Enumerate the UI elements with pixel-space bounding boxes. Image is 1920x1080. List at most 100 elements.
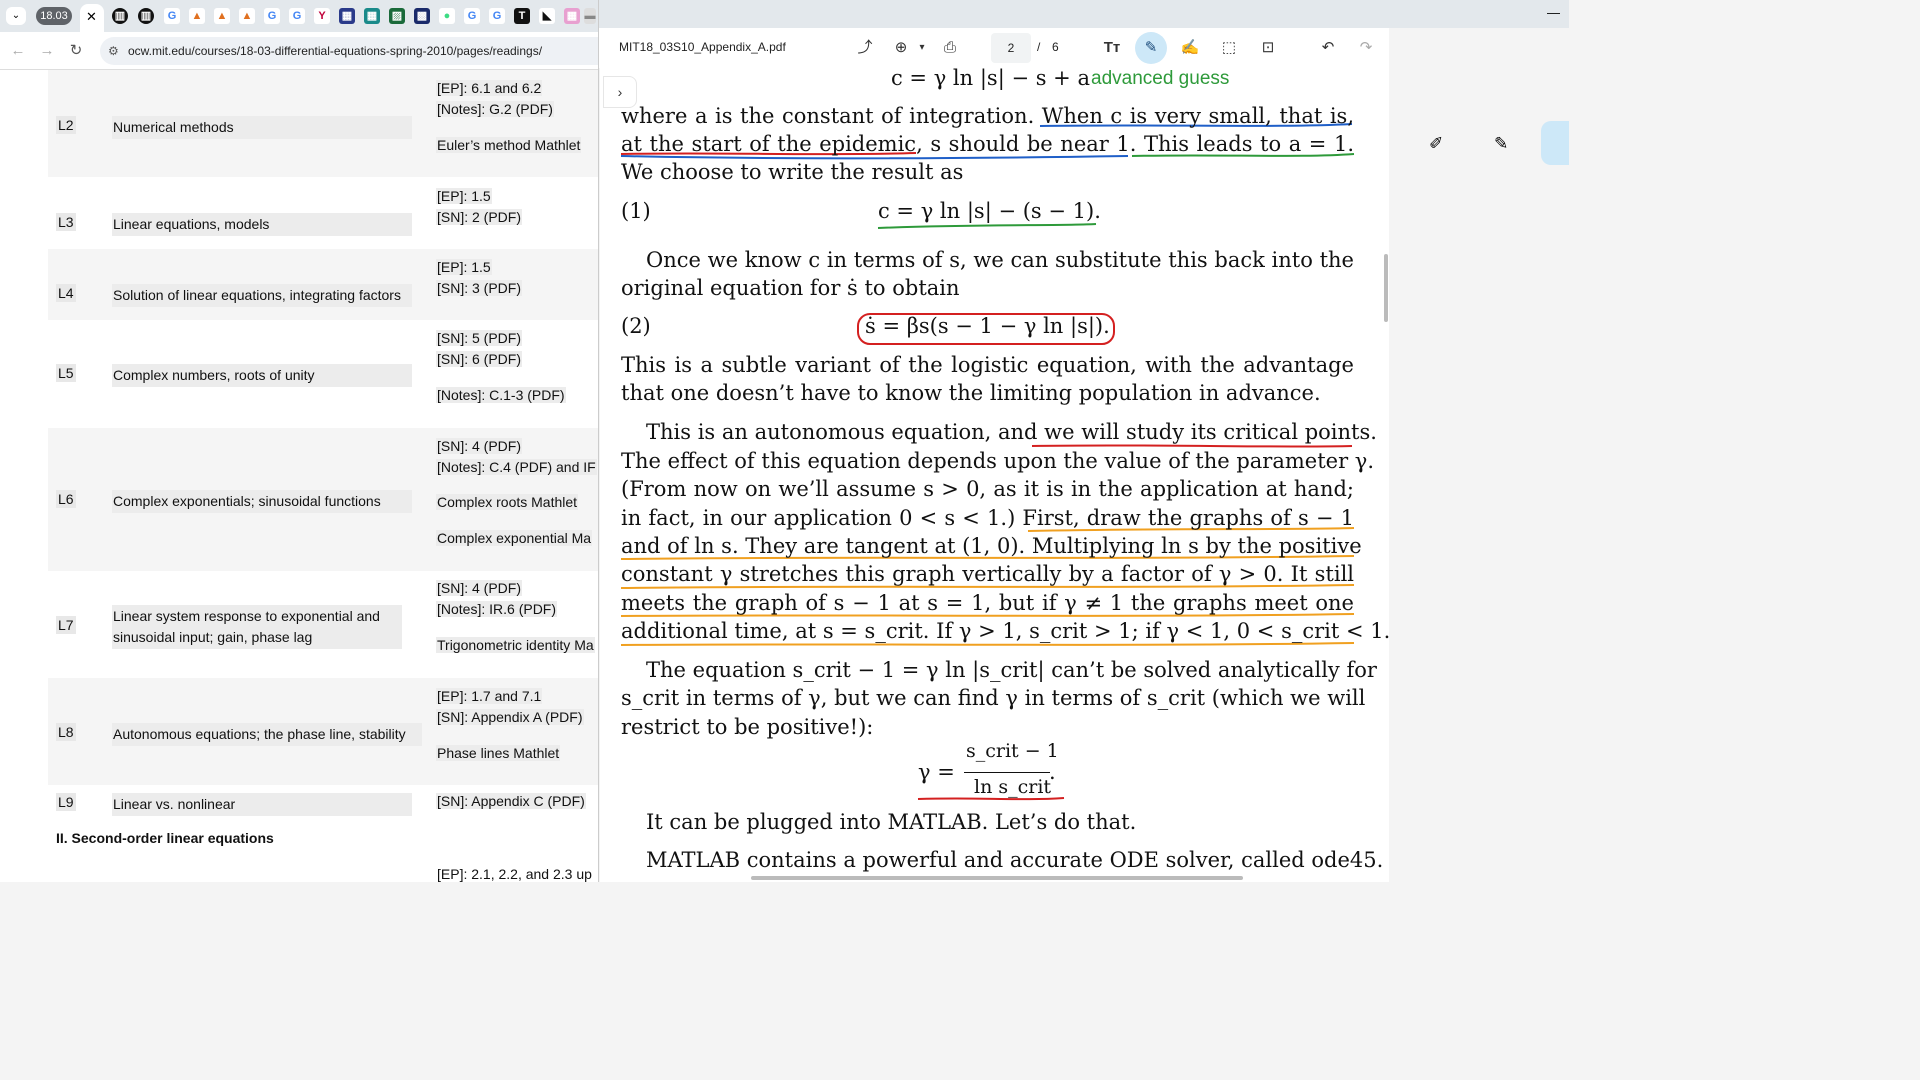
fraction-bar xyxy=(964,772,1050,773)
close-tab-icon[interactable]: ✕ xyxy=(86,9,97,25)
page-number-input[interactable]: 2 xyxy=(991,33,1031,63)
reading-item[interactable]: [Notes]: C.1-3 (PDF) xyxy=(436,387,566,403)
reading-item[interactable]: [SN]: 4 (PDF) xyxy=(436,580,523,596)
reading-item[interactable]: [SN]: 3 (PDF) xyxy=(436,280,523,296)
pdf-text-line: c = γ ln |s| − (s − 1). xyxy=(878,199,1101,223)
page-total: 6 xyxy=(1052,40,1059,54)
share-icon[interactable]: ⤴ xyxy=(855,38,875,58)
tab-icon[interactable]: ◣ xyxy=(539,8,555,24)
tab-icon[interactable]: ▦ xyxy=(364,8,380,24)
back-arrow-icon[interactable]: ← xyxy=(8,41,28,61)
capture-icon[interactable]: ⊡ xyxy=(1258,38,1278,58)
yahoo-icon[interactable]: Y xyxy=(314,8,330,24)
tab-strip: ⌄ 18.03 ✕ ▥ ▥ G ▲ ▲ ▲ G G Y ▦ ▦ ▨ ▩ ● G … xyxy=(0,0,598,32)
ink-underline xyxy=(1031,444,1353,448)
tab-icon[interactable]: ▨ xyxy=(389,8,405,24)
reading-item[interactable]: Phase lines Mathlet xyxy=(436,745,561,761)
tab-icon[interactable]: T xyxy=(514,8,530,24)
android-icon[interactable]: ● xyxy=(439,8,455,24)
highlighter-icon[interactable]: ✎ xyxy=(1494,134,1508,154)
tab-icon[interactable]: ▩ xyxy=(414,8,430,24)
lecture-number: L5 xyxy=(56,364,76,382)
reading-item: [EP]: 1.5 xyxy=(436,259,492,275)
reading-item[interactable]: [Notes]: C.4 (PDF) and IF xyxy=(436,459,597,475)
undo-icon[interactable]: ↶ xyxy=(1318,38,1338,58)
tab-search-button[interactable]: ⌄ xyxy=(6,7,26,25)
tab-icon[interactable]: ▥ xyxy=(138,8,154,24)
panel-collapse-button[interactable] xyxy=(1541,121,1569,165)
zoom-dropdown-icon[interactable]: ▾ xyxy=(912,38,932,58)
matlab-icon[interactable]: ▲ xyxy=(239,8,255,24)
pdf-text-line: restrict to be positive!): xyxy=(621,715,874,739)
print-icon[interactable]: ⎙ xyxy=(940,38,960,58)
pdf-text-line: s_crit in terms of γ, but we can find γ … xyxy=(621,686,1366,710)
url-input[interactable]: ⚙ ocw.mit.edu/courses/18-03-differential… xyxy=(100,37,598,65)
reading-item[interactable]: Complex exponential Ma xyxy=(436,530,593,546)
reload-icon[interactable]: ↻ xyxy=(66,41,86,61)
lecture-topic: Linear system response to exponential an… xyxy=(112,605,402,649)
google-icon[interactable]: G xyxy=(464,8,480,24)
reading-item[interactable]: [Notes]: IR.6 (PDF) xyxy=(436,601,558,617)
ink-underline xyxy=(620,155,1129,160)
lecture-number: L2 xyxy=(56,116,76,134)
pdf-text-line: where a is the constant of integration. … xyxy=(621,104,1354,128)
google-icon[interactable]: G xyxy=(489,8,505,24)
pdf-text-line: This is an autonomous equation, and we w… xyxy=(646,420,1377,444)
matlab-icon[interactable]: ▲ xyxy=(214,8,230,24)
google-icon[interactable]: G xyxy=(289,8,305,24)
reading-item[interactable]: Complex roots Mathlet xyxy=(436,494,579,510)
lecture-number: L7 xyxy=(56,616,76,634)
lecture-topic: Linear vs. nonlinear xyxy=(112,793,412,816)
lecture-number: L4 xyxy=(56,284,76,302)
horizontal-scrollbar[interactable] xyxy=(751,876,1243,880)
tab-icon[interactable]: ▬ xyxy=(584,8,596,24)
matlab-icon[interactable]: ▲ xyxy=(189,8,205,24)
reading-item[interactable]: [SN]: 6 (PDF) xyxy=(436,351,523,367)
reading-item[interactable]: [SN]: Appendix C (PDF) xyxy=(436,793,586,809)
lecture-number: L9 xyxy=(56,793,76,811)
pdf-text-line: (2) xyxy=(621,314,651,338)
url-text: ocw.mit.edu/courses/18-03-differential-e… xyxy=(128,44,543,58)
active-tab[interactable]: ✕ xyxy=(80,4,104,32)
pdf-page: › c = γ ln |s| − s + a advanced guess wher… xyxy=(600,68,1389,882)
reading-item[interactable]: [SN]: 2 (PDF) xyxy=(436,209,523,225)
table-row: L2 Numerical methods [EP]: 6.1 and 6.2 [Not… xyxy=(48,70,598,177)
window-minimize-icon[interactable]: — xyxy=(1547,6,1561,20)
tab-icon[interactable]: ▥ xyxy=(112,8,128,24)
address-bar: ← → ↻ ⚙ ocw.mit.edu/courses/18-03-differ… xyxy=(0,32,598,70)
draw-tool-button[interactable]: ✎ xyxy=(1135,32,1167,64)
pdf-text-line: ln s_crit xyxy=(974,776,1052,798)
reading-item: [EP]: 1.7 and 7.1 xyxy=(436,688,543,704)
select-area-icon[interactable]: ⬚ xyxy=(1219,38,1239,58)
reading-item[interactable]: [Notes]: G.2 (PDF) xyxy=(436,101,554,117)
tab-icon[interactable]: ▦ xyxy=(564,8,580,24)
forward-arrow-icon[interactable]: → xyxy=(37,41,57,61)
table-row: L4 Solution of linear equations, integrat… xyxy=(48,249,598,320)
reading-item[interactable]: [SN]: 4 (PDF) xyxy=(436,438,523,454)
reading-item[interactable]: Euler’s method Mathlet xyxy=(436,137,582,153)
pdf-text-line: original equation for ṡ to obtain xyxy=(621,276,960,300)
reading-item[interactable]: Trigonometric identity Ma xyxy=(436,637,595,653)
zoom-icon[interactable]: ⊕ xyxy=(891,38,911,58)
pdf-text-line: (1) xyxy=(621,199,651,223)
lecture-topic: Numerical methods xyxy=(112,116,412,139)
pdf-text-line: meets the graph of s − 1 at s = 1, but i… xyxy=(621,591,1354,615)
pen-icon[interactable]: ✐ xyxy=(1429,134,1443,154)
text-size-icon[interactable]: Tт xyxy=(1102,38,1122,58)
tab-group-time[interactable]: 18.03 xyxy=(36,7,72,25)
reading-item[interactable]: [SN]: Appendix A (PDF) xyxy=(436,709,584,725)
pdf-text-line: constant γ stretches this graph vertical… xyxy=(621,562,1354,586)
redo-icon[interactable]: ↷ xyxy=(1356,38,1376,58)
vertical-scrollbar[interactable] xyxy=(1384,254,1388,322)
page-separator: / xyxy=(1037,40,1041,54)
google-icon[interactable]: G xyxy=(164,8,180,24)
lecture-number: L6 xyxy=(56,490,76,508)
site-info-icon[interactable]: ⚙ xyxy=(108,37,119,65)
google-icon[interactable]: G xyxy=(264,8,280,24)
tab-icon[interactable]: ▦ xyxy=(339,8,355,24)
signature-icon[interactable]: ✍ xyxy=(1180,38,1200,58)
pdf-text-line: additional time, at s = s_crit. If γ > 1… xyxy=(621,619,1389,643)
reading-item[interactable]: [SN]: 5 (PDF) xyxy=(436,330,523,346)
pdf-text-line: in fact, in our application 0 < s < 1.) … xyxy=(621,506,1354,530)
pdf-toolbar: MIT18_03S10_Appendix_A.pdf ⤴ ⊕ ▾ ⎙ 2 / 6… xyxy=(599,28,1389,68)
